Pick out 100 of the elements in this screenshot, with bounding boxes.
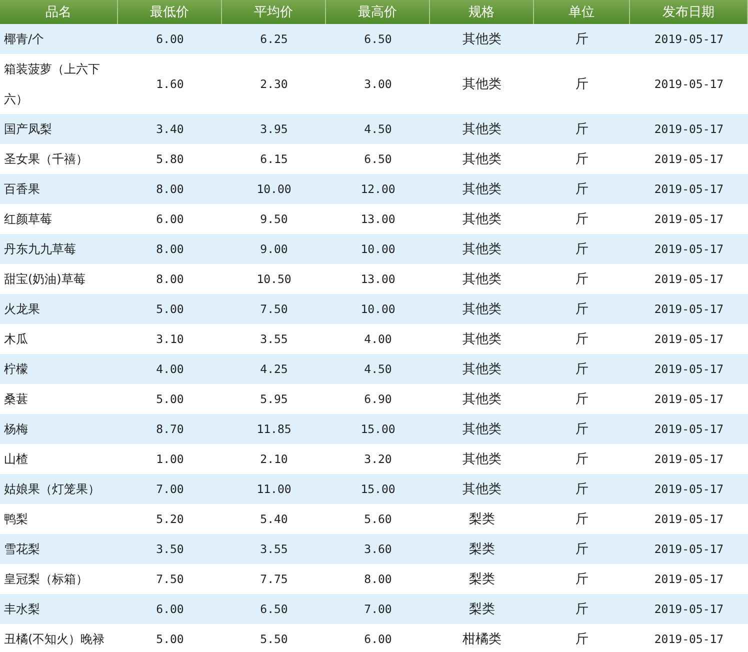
table-cell: 4.00 bbox=[118, 354, 222, 384]
table-cell-text: 其他类 bbox=[462, 211, 502, 229]
table-cell-text: 梨类 bbox=[468, 571, 496, 589]
table-cell-text: 柑橘类 bbox=[462, 631, 502, 649]
table-cell-text: 桑葚 bbox=[3, 391, 29, 408]
table-cell: 其他类 bbox=[430, 234, 534, 264]
table-cell: 8.00 bbox=[118, 234, 222, 264]
table-cell: 其他类 bbox=[430, 294, 534, 324]
table-cell-text: 3.20 bbox=[363, 451, 393, 468]
table-cell: 4.50 bbox=[326, 354, 430, 384]
table-cell-text: 5.50 bbox=[259, 631, 289, 648]
table-cell-text: 斤 bbox=[574, 511, 590, 529]
table-cell-text: 7.75 bbox=[259, 571, 289, 588]
table-cell-text: 2019-05-17 bbox=[653, 151, 725, 168]
table-cell: 2019-05-17 bbox=[630, 594, 748, 624]
table-cell-text: 2019-05-17 bbox=[653, 271, 725, 288]
table-cell: 斤 bbox=[534, 174, 630, 204]
table-cell-text: 圣女果（千禧） bbox=[3, 151, 89, 168]
table-cell: 梨类 bbox=[430, 534, 534, 564]
table-cell: 丹东九九草莓 bbox=[0, 234, 118, 264]
table-cell: 斤 bbox=[534, 594, 630, 624]
table-cell-text: 甜宝(奶油)草莓 bbox=[3, 271, 86, 288]
table-cell-text: 2.10 bbox=[259, 451, 289, 468]
table-cell: 7.50 bbox=[222, 294, 326, 324]
table-cell: 雪花梨 bbox=[0, 534, 118, 564]
table-cell: 6.50 bbox=[326, 24, 430, 54]
table-cell: 12.00 bbox=[326, 174, 430, 204]
table-cell-text: 10.50 bbox=[256, 271, 292, 288]
table-cell-text: 6.00 bbox=[155, 211, 185, 228]
table-cell: 其他类 bbox=[430, 414, 534, 444]
table-cell-text: 8.00 bbox=[363, 571, 393, 588]
column-header: 最高价 bbox=[326, 0, 430, 24]
table-cell-text: 2019-05-17 bbox=[653, 391, 725, 408]
table-cell: 斤 bbox=[534, 114, 630, 144]
table-cell: 斤 bbox=[534, 474, 630, 504]
table-cell-text: 斤 bbox=[574, 631, 590, 649]
column-header: 发布日期 bbox=[630, 0, 748, 24]
table-cell: 2019-05-17 bbox=[630, 234, 748, 264]
table-cell: 10.00 bbox=[326, 234, 430, 264]
table-cell-text: 2019-05-17 bbox=[653, 451, 725, 468]
table-cell-text: 其他类 bbox=[462, 391, 502, 409]
table-cell: 3.55 bbox=[222, 534, 326, 564]
table-cell-text: 13.00 bbox=[360, 211, 396, 228]
table-cell: 8.00 bbox=[118, 174, 222, 204]
table-cell: 11.00 bbox=[222, 474, 326, 504]
table-cell-text: 5.60 bbox=[363, 511, 393, 528]
table-cell-text: 6.90 bbox=[363, 391, 393, 408]
table-cell: 其他类 bbox=[430, 354, 534, 384]
table-cell-text: 5.00 bbox=[155, 391, 185, 408]
table-cell: 2019-05-17 bbox=[630, 294, 748, 324]
table-cell: 10.00 bbox=[222, 174, 326, 204]
table-cell: 火龙果 bbox=[0, 294, 118, 324]
table-cell-text: 木瓜 bbox=[3, 331, 29, 348]
table-cell-text: 斤 bbox=[574, 571, 590, 589]
table-cell: 3.95 bbox=[222, 114, 326, 144]
table-cell: 3.40 bbox=[118, 114, 222, 144]
table-cell-text: 3.10 bbox=[155, 331, 185, 348]
table-cell: 国产凤梨 bbox=[0, 114, 118, 144]
table-cell-text: 3.00 bbox=[363, 76, 393, 93]
table-cell-text: 5.00 bbox=[155, 631, 185, 648]
table-cell: 2019-05-17 bbox=[630, 534, 748, 564]
table-cell-text: 5.80 bbox=[155, 151, 185, 168]
table-cell: 其他类 bbox=[430, 174, 534, 204]
table-cell: 斤 bbox=[534, 294, 630, 324]
table-cell: 杨梅 bbox=[0, 414, 118, 444]
table-cell-text: 2019-05-17 bbox=[653, 331, 725, 348]
table-cell: 柠檬 bbox=[0, 354, 118, 384]
table-cell: 2019-05-17 bbox=[630, 474, 748, 504]
table-cell: 7.00 bbox=[118, 474, 222, 504]
table-cell-text: 红颜草莓 bbox=[3, 211, 53, 228]
table-cell-text: 7.50 bbox=[155, 571, 185, 588]
table-cell-text: 斤 bbox=[574, 271, 590, 289]
table-cell-text: 其他类 bbox=[462, 451, 502, 469]
table-cell-text: 2019-05-17 bbox=[653, 511, 725, 528]
table-cell: 4.50 bbox=[326, 114, 430, 144]
table-cell-text: 2019-05-17 bbox=[653, 211, 725, 228]
column-header: 品名 bbox=[0, 0, 118, 24]
table-cell: 6.00 bbox=[118, 24, 222, 54]
column-header: 平均价 bbox=[222, 0, 326, 24]
table-cell: 8.70 bbox=[118, 414, 222, 444]
table-cell-text: 6.50 bbox=[363, 151, 393, 168]
table-cell-text: 皇冠梨（标箱） bbox=[3, 571, 89, 588]
table-cell: 3.60 bbox=[326, 534, 430, 564]
table-cell: 2019-05-17 bbox=[630, 354, 748, 384]
table-cell-text: 5.40 bbox=[259, 511, 289, 528]
table-cell: 斤 bbox=[534, 24, 630, 54]
table-cell-text: 3.55 bbox=[259, 331, 289, 348]
table-cell-text: 斤 bbox=[574, 331, 590, 349]
table-cell-text: 山楂 bbox=[3, 451, 29, 468]
table-cell-text: 2019-05-17 bbox=[653, 571, 725, 588]
table-cell: 2019-05-17 bbox=[630, 114, 748, 144]
table-cell-text: 梨类 bbox=[468, 511, 496, 529]
table-cell-text: 5.95 bbox=[259, 391, 289, 408]
table-cell-text: 6.00 bbox=[363, 631, 393, 648]
table-cell-text: 斤 bbox=[574, 76, 590, 94]
table-cell-text: 9.50 bbox=[259, 211, 289, 228]
table-cell: 梨类 bbox=[430, 594, 534, 624]
table-cell: 2019-05-17 bbox=[630, 24, 748, 54]
table-cell-text: 斤 bbox=[574, 151, 590, 169]
table-cell: 6.50 bbox=[222, 594, 326, 624]
